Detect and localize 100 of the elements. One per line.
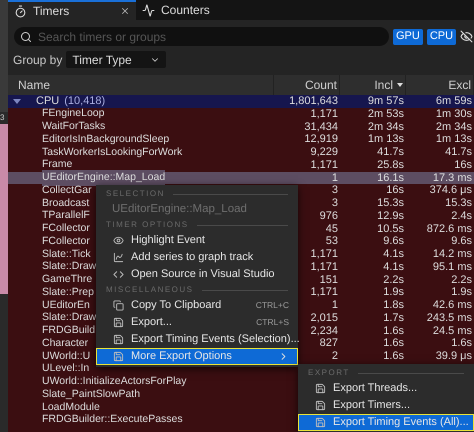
table-cell-text: 12.9s	[376, 210, 405, 222]
table-cell-text: 1m 13s	[434, 133, 473, 146]
table-cell-text: 1.6s	[450, 337, 473, 350]
table-cell-text: 6m 59s	[434, 94, 473, 109]
table-cell-text: 15.3s	[444, 197, 473, 210]
shortcut-label: CTRL+S	[256, 316, 289, 329]
table-cell-text: 9.6s	[450, 235, 473, 248]
eye-off-icon[interactable]	[460, 30, 474, 43]
section-header: MISCELLANEOUS	[106, 284, 194, 296]
table-cell-text: 976	[318, 210, 339, 222]
table-cell: 16.1s	[340, 172, 406, 184]
menu-item[interactable]: Export Timers...	[298, 397, 474, 414]
table-cell-text: 1.9s	[382, 286, 405, 299]
group-count: (10,418)	[64, 94, 106, 108]
table-cell-text: 1.7s	[382, 312, 405, 324]
table-cell-text: 3	[330, 197, 339, 210]
table-cell-text: 1,171	[309, 286, 339, 299]
save-icon	[315, 383, 326, 394]
menu-item[interactable]: Export Timing Events (All)...	[298, 414, 474, 431]
table-cell-text: 2,234	[309, 324, 339, 338]
sort-desc-icon	[397, 83, 403, 87]
section-header: SELECTION	[106, 188, 165, 200]
table-cell-text: 2.4s	[450, 210, 473, 222]
table-cell-text: 1m 13s	[366, 133, 405, 146]
table-cell-text: 1,171	[309, 108, 339, 120]
table-cell-text: 9m 57s	[366, 94, 405, 109]
table-cell-text: 45	[324, 222, 339, 236]
stopwatch-icon	[14, 4, 27, 18]
table-cell-text: 2m 34s	[366, 120, 405, 134]
menu-item[interactable]: Export Timing Events (Selection)...	[96, 331, 298, 348]
table-cell-text: 15.3s	[376, 197, 405, 210]
filter-toggle[interactable]: GPU	[393, 28, 423, 44]
table-cell-text: 39.9 μs	[434, 350, 473, 363]
table-cell: 17.3 ms	[406, 172, 474, 184]
table-cell-text: 41.7s	[376, 146, 405, 159]
table-cell-text: 10.5s	[376, 222, 405, 236]
strip-label: 3	[0, 112, 6, 124]
table-cell-text: 12,919	[303, 133, 339, 146]
table-cell-text: 2	[330, 350, 339, 363]
table-cell-text: 1,171	[309, 158, 339, 172]
table-cell-text: 14.2 ms	[432, 248, 473, 261]
menu-item[interactable]: Open Source in Visual Studio	[96, 266, 298, 283]
copy-icon	[113, 300, 124, 311]
table-cell-text: 2.2s	[382, 274, 405, 286]
search-icon	[20, 30, 32, 42]
table-cell-text: 1m 30s	[434, 108, 473, 120]
table-cell-text: 374.6 μs	[428, 184, 473, 197]
table-cell-text: 1.8s	[382, 299, 405, 312]
section-header: EXPORT	[308, 367, 350, 379]
tab[interactable]: Timers	[8, 0, 136, 20]
group-by-dropdown[interactable]: Timer Type	[66, 51, 166, 68]
table-cell[interactable]: UEditorEngine::Map_Load	[42, 170, 166, 186]
table-cell-text: 24.5 ms	[432, 324, 473, 338]
table-cell-text: 16s	[385, 184, 405, 197]
menu-item[interactable]: Add series to graph track	[96, 249, 298, 266]
table-cell-text: 41.7s	[444, 146, 473, 159]
close-icon[interactable]	[120, 6, 130, 16]
tab[interactable]: Counters	[136, 0, 236, 20]
table-cell-text: 243.5 ms	[426, 312, 473, 324]
table-cell-text: 95.1 ms	[432, 260, 473, 274]
group-name: CPU	[36, 94, 60, 108]
table-cell-text: 9,229	[309, 146, 339, 159]
table-cell-text: 1.6s	[382, 337, 405, 350]
table-cell-text: 1.6s	[382, 324, 405, 338]
table-cell-text: 1,801,643	[288, 94, 339, 109]
code-icon	[113, 269, 124, 280]
table-cell-text: 1,171	[309, 260, 339, 274]
expanded-caret-icon[interactable]	[13, 98, 21, 104]
table-cell-text: 31,434	[303, 120, 339, 134]
table-cell-text: 151	[318, 274, 339, 286]
table-cell-text: 1.9s	[450, 286, 473, 299]
menu-item[interactable]: Highlight Event	[96, 232, 298, 249]
table-cell-text: 2m 34s	[434, 120, 473, 134]
table-cell-text: 25.8s	[376, 158, 405, 172]
menu-item[interactable]: More Export Options	[96, 348, 298, 365]
menu-item[interactable]: Export Threads...	[298, 380, 474, 397]
group-row[interactable]: CPU (10,418) 1,801,643 9m 57s 6m 59s	[8, 95, 474, 108]
selection-label: UEditorEngine::Map_Load	[112, 202, 247, 217]
save-icon	[315, 417, 326, 428]
menu-item[interactable]: Copy To Clipboard CTRL+C	[96, 297, 298, 314]
save-icon	[113, 334, 124, 345]
section-header: TIMER OPTIONS	[106, 219, 189, 231]
table-cell-text: 3	[330, 184, 339, 197]
table-cell-text: 4.1s	[382, 248, 405, 261]
filter-toggle[interactable]: CPU	[426, 28, 456, 44]
table-cell-text: 2m 53s	[366, 108, 405, 120]
group-by-label: Group by	[13, 52, 62, 68]
table-cell-text: 1,171	[309, 248, 339, 261]
menu-item[interactable]: Export... CTRL+S	[96, 314, 298, 331]
table-cell-text: 53	[324, 235, 339, 248]
search-field[interactable]: Search timers or groups	[14, 27, 389, 46]
chart-icon	[113, 252, 124, 263]
table-cell-text: 872.6 ms	[426, 222, 473, 236]
table-cell-text: 16s	[453, 158, 473, 172]
pulse-icon	[142, 4, 155, 16]
table-cell: 1	[274, 172, 340, 184]
table-cell-text: 4.1s	[382, 260, 405, 274]
table-cell-text: 2.2s	[450, 274, 473, 286]
table-cell-text: 9.6s	[382, 235, 405, 248]
table-cell[interactable]: FEngineLoop	[42, 106, 104, 122]
